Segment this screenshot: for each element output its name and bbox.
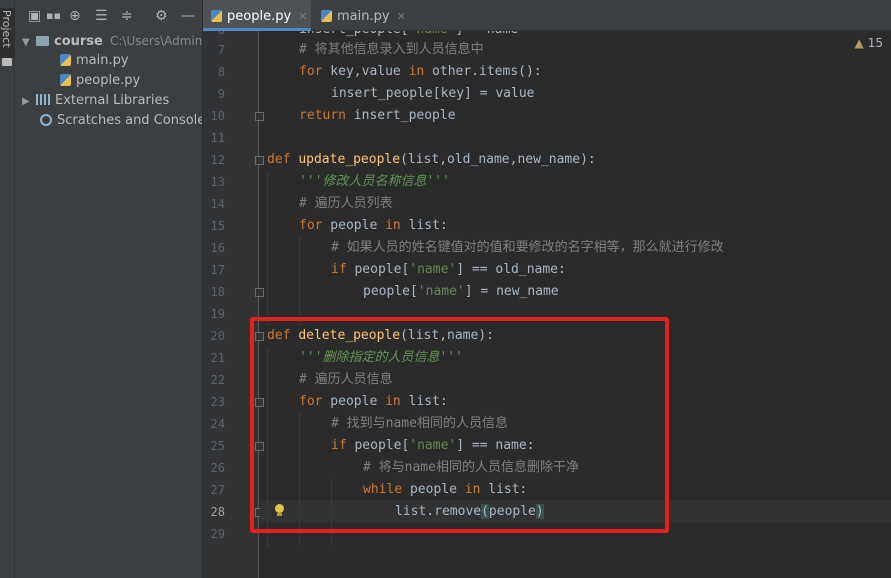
line-number: 17 (210, 263, 225, 277)
folder-icon (36, 36, 49, 46)
code-line-10: return insert_people (299, 108, 456, 123)
code-line-23: for people in list: (299, 394, 448, 409)
code-line-9: insert_people[key] = value (331, 86, 535, 101)
fold-marker-icon[interactable] (255, 156, 264, 165)
tree-item-main-py[interactable]: main.py (60, 51, 129, 71)
folder-icon (2, 58, 12, 66)
python-file-icon (60, 74, 71, 86)
fold-marker-icon[interactable] (255, 288, 264, 297)
line-number: 8 (217, 65, 225, 79)
settings-icon[interactable]: ⚙ (155, 8, 168, 24)
tree-item-people-py[interactable]: people.py (60, 71, 140, 91)
expand-all-icon[interactable]: ☰ (95, 8, 108, 24)
code-line-28: list.remove(people) (395, 504, 544, 519)
hide-icon[interactable]: — (181, 8, 195, 24)
scratches-icon (40, 114, 52, 126)
tab-main-py[interactable]: main.py ✕ (313, 0, 409, 31)
chevron-down-icon[interactable]: ▼ (22, 33, 36, 53)
close-icon[interactable]: ✕ (298, 10, 307, 23)
line-number: 11 (210, 131, 225, 145)
line-number: 15 (210, 219, 225, 233)
chevron-right-icon[interactable]: ▶ (22, 92, 36, 112)
line-number: 26 (210, 461, 225, 475)
warning-icon: ▲ (854, 36, 864, 50)
line-number: 22 (210, 373, 225, 387)
python-file-icon (60, 54, 71, 66)
code-line-7: # 将其他信息录入到人员信息中 (299, 42, 484, 57)
line-number: 16 (210, 241, 225, 255)
line-number: 24 (210, 417, 225, 431)
line-number: 27 (210, 483, 225, 497)
code-line-20: def delete_people(list,name): (267, 328, 494, 343)
tree-item-scratches[interactable]: Scratches and Consoles (40, 111, 202, 131)
code-editor[interactable]: 6 7 8 9 10 11 12 13 14 15 16 17 18 19 20… (203, 31, 891, 578)
library-icon (36, 94, 50, 105)
line-number: 10 (210, 109, 225, 123)
tool-window-strip: Project (0, 0, 15, 578)
line-number-gutter: 6 7 8 9 10 11 12 13 14 15 16 17 18 19 20… (203, 31, 264, 578)
code-line-22: # 遍历人员信息 (299, 372, 393, 387)
line-number: 19 (210, 307, 225, 321)
line-number: 25 (210, 439, 225, 453)
line-number: 21 (210, 351, 225, 365)
fold-marker-icon[interactable] (255, 332, 264, 341)
tab-people-py[interactable]: people.py ✕ (203, 0, 311, 31)
close-icon[interactable]: ✕ (397, 10, 406, 23)
line-number: 7 (217, 43, 225, 57)
collapse-all-icon[interactable]: ≑ (121, 8, 133, 24)
line-number: 29 (210, 527, 225, 541)
editor-tab-bar: people.py ✕ main.py ✕ (203, 0, 891, 31)
code-line-14: # 遍历人员列表 (299, 196, 393, 211)
code-line-21: '''删除指定的人员信息''' (299, 350, 463, 365)
python-file-icon (321, 10, 332, 22)
code-line-26: # 将与name相同的人员信息删除干净 (363, 460, 579, 475)
line-number: 9 (217, 87, 225, 101)
line-number: 18 (210, 285, 225, 299)
fold-marker-icon[interactable] (255, 398, 264, 407)
tree-item-path: C:\Users\Adminis (110, 34, 203, 48)
project-tool-label: Project (0, 10, 13, 48)
code-line-12: def update_people(list,old_name,new_name… (267, 152, 596, 167)
line-number: 14 (210, 197, 225, 211)
code-line-8: for key,value in other.items(): (299, 64, 542, 79)
code-line-24: # 找到与name相同的人员信息 (331, 416, 508, 431)
fold-marker-icon[interactable] (255, 442, 264, 451)
code-line-13: '''修改人员名称信息''' (299, 174, 450, 189)
locate-icon[interactable]: ⊕ (69, 8, 81, 24)
code-line-15: for people in list: (299, 218, 448, 233)
project-icon[interactable]: ▣ (28, 8, 41, 24)
line-number: 13 (210, 175, 225, 189)
code-line-25: if people['name'] == name: (331, 438, 535, 453)
dropdown-icon[interactable]: ▪▪ (46, 8, 61, 24)
tree-item-course[interactable]: ▼ course C:\Users\Adminis (22, 31, 203, 53)
line-number-current: 28 (210, 505, 225, 519)
line-number: 12 (210, 153, 225, 167)
project-toolbar: ▣ ▪▪ ⊕ ☰ ≑ ⚙ — (15, 0, 202, 31)
inspection-warnings[interactable]: ▲ 15 (854, 36, 883, 50)
code-line-17: if people['name'] == old_name: (331, 262, 566, 277)
line-number: 23 (210, 395, 225, 409)
python-file-icon (211, 10, 222, 22)
fold-marker-icon[interactable] (255, 112, 264, 121)
line-number: 20 (210, 329, 225, 343)
tree-item-external-libraries[interactable]: ▶ External Libraries (22, 91, 169, 111)
project-panel: ▣ ▪▪ ⊕ ☰ ≑ ⚙ — ▼ course C:\Users\Adminis … (15, 0, 203, 578)
code-line-16: # 如果人员的姓名键值对的值和要修改的名字相等，那么就进行修改 (331, 240, 724, 255)
code-line-18: people['name'] = new_name (363, 284, 559, 299)
project-tool-button[interactable]: Project (0, 8, 15, 58)
code-line-27: while people in list: (363, 482, 528, 497)
